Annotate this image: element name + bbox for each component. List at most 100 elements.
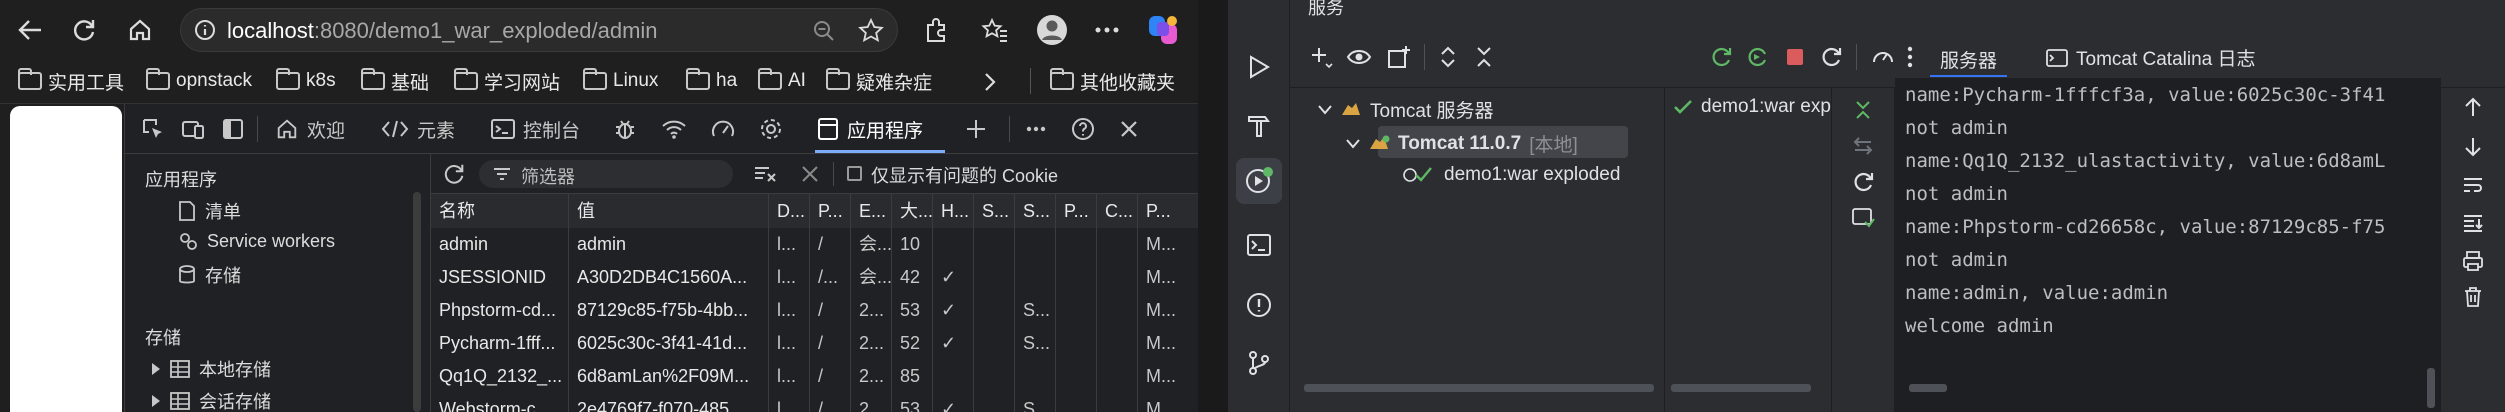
cookie-row[interactable]: JSESSIONID A30D2DB4C1560A... l.../... 会... 4…: [431, 261, 1198, 294]
column-header[interactable]: C...: [1097, 194, 1138, 228]
profiler-icon[interactable]: [1868, 42, 1898, 72]
console-hscrollbar[interactable]: [1909, 384, 1947, 392]
column-header[interactable]: 值: [569, 194, 769, 228]
tree-node-tomcat-servers[interactable]: Tomcat 服务器: [1318, 96, 1494, 123]
column-header[interactable]: S...: [974, 194, 1015, 228]
tab-application[interactable]: 应用程序: [817, 114, 923, 144]
bookmark-folder[interactable]: 实用工具: [18, 66, 124, 96]
bookmark-folder[interactable]: Linux: [583, 66, 658, 96]
address-bar[interactable]: localhost:8080/demo1_war_exploded/admin: [180, 8, 898, 52]
profile-avatar-icon[interactable]: [1034, 12, 1070, 48]
cookie-row[interactable]: Webstorm-c... 2e4769f7-f070-485... l.../2.…: [431, 393, 1198, 412]
add-tab-icon[interactable]: [963, 116, 989, 142]
column-header[interactable]: S...: [1015, 194, 1056, 228]
update-app-icon[interactable]: [1742, 42, 1772, 72]
console-output[interactable]: name:Pycharm-1fffcf3a, value:6025c30c-3f…: [1895, 78, 2441, 412]
clear-console-trash-icon[interactable]: [2459, 284, 2487, 310]
tab-catalina-log[interactable]: Tomcat Catalina 日志: [2046, 44, 2256, 71]
terminal-icon[interactable]: [1242, 228, 1276, 262]
bookmark-folder[interactable]: ha: [686, 66, 737, 96]
print-icon[interactable]: [2459, 248, 2487, 274]
column-header[interactable]: H...: [933, 194, 974, 228]
zoom-out-icon[interactable]: [811, 18, 837, 44]
tab-console[interactable]: 控制台: [491, 114, 580, 144]
column-header[interactable]: P...: [1138, 194, 1198, 228]
deploy-console-icon[interactable]: [1848, 204, 1878, 232]
deploy-hscrollbar[interactable]: [1671, 384, 1811, 392]
settings-gear-icon[interactable]: [757, 116, 785, 142]
bookmark-folder[interactable]: 基础: [361, 66, 429, 96]
wifi-icon[interactable]: [659, 116, 689, 142]
sidebar-item-local-storage[interactable]: 本地存储: [151, 356, 271, 382]
clear-all-icon[interactable]: [751, 162, 779, 186]
more-actions-icon[interactable]: [1900, 42, 1920, 72]
deploy-icon[interactable]: [1848, 96, 1878, 124]
column-header[interactable]: P...: [1056, 194, 1097, 228]
bookmark-folder[interactable]: 疑难杂症: [826, 66, 932, 96]
expand-all-icon[interactable]: [1434, 42, 1462, 72]
tree-node-artifact[interactable]: demo1:war exploded: [1402, 164, 1620, 186]
cookie-row[interactable]: Qq1Q_2132_... 6d8amLan%2F09M... l.../2... 8…: [431, 360, 1198, 393]
redeploy-icon[interactable]: [1848, 168, 1878, 196]
problems-icon[interactable]: [1242, 288, 1276, 322]
column-header[interactable]: D...: [769, 194, 810, 228]
help-icon[interactable]: [1069, 116, 1097, 142]
inspect-icon[interactable]: [139, 116, 167, 142]
bug-icon[interactable]: [611, 116, 639, 142]
more-tools-icon[interactable]: [1023, 116, 1049, 142]
stop-icon[interactable]: [1780, 42, 1810, 72]
tab-server[interactable]: 服务器: [1930, 44, 2008, 77]
column-header[interactable]: 名称: [431, 194, 569, 228]
tree-node-tomcat-server[interactable]: Tomcat 11.0.7 [本地]: [1346, 130, 1578, 157]
arrow-down-icon[interactable]: [2459, 134, 2487, 160]
filter-input[interactable]: 筛选器: [479, 160, 733, 188]
reload-icon[interactable]: [66, 14, 102, 46]
back-icon[interactable]: [12, 14, 48, 46]
dock-side-icon[interactable]: [219, 116, 247, 142]
bookmark-folder[interactable]: 学习网站: [454, 66, 560, 96]
soft-wrap-icon[interactable]: [2459, 172, 2487, 198]
run-icon[interactable]: [1242, 50, 1276, 84]
favorites-icon[interactable]: [978, 14, 1012, 46]
tab-welcome[interactable]: 欢迎: [275, 114, 345, 144]
sidebar-item-service-workers[interactable]: Service workers: [177, 230, 335, 252]
tree-hscrollbar[interactable]: [1304, 384, 1654, 392]
copilot-icon[interactable]: [1144, 12, 1182, 48]
bookmark-folder[interactable]: k8s: [276, 66, 336, 96]
favorite-star-icon[interactable]: [857, 17, 885, 45]
column-header[interactable]: 大...: [892, 194, 933, 228]
more-menu-icon[interactable]: [1090, 14, 1124, 46]
device-emulation-icon[interactable]: [179, 116, 207, 142]
delete-selected-icon[interactable]: [797, 162, 823, 186]
extensions-icon[interactable]: [920, 14, 952, 46]
cookie-row[interactable]: Pycharm-1fff... 6025c30c-3f41-41d... l... /…: [431, 327, 1198, 360]
tab-elements[interactable]: 元素: [381, 114, 455, 144]
only-issues-checkbox[interactable]: [847, 166, 862, 181]
console-vscrollbar[interactable]: [2427, 368, 2435, 408]
other-bookmarks-folder[interactable]: 其他收藏夹: [1050, 66, 1175, 96]
chevron-right-icon[interactable]: [978, 70, 1002, 94]
scroll-to-end-icon[interactable]: [2459, 210, 2487, 236]
rerun-icon[interactable]: [1706, 42, 1736, 72]
column-header[interactable]: E...: [851, 194, 892, 228]
new-group-icon[interactable]: [1384, 42, 1414, 72]
add-service-icon[interactable]: [1306, 42, 1336, 72]
sidebar-item-manifest[interactable]: 清单: [177, 198, 241, 224]
sidebar-item-storage[interactable]: 存储: [177, 262, 241, 288]
restart-icon[interactable]: [1816, 42, 1846, 72]
build-hammer-icon[interactable]: [1242, 108, 1276, 142]
bookmark-folder[interactable]: opnstack: [146, 66, 252, 96]
column-header[interactable]: P...: [810, 194, 851, 228]
cookie-row[interactable]: admin admin l... / 会... 10 M...: [431, 228, 1198, 261]
home-icon[interactable]: [122, 14, 158, 46]
sidebar-scrollbar[interactable]: [413, 192, 421, 412]
refresh-icon[interactable]: [439, 160, 469, 188]
collapse-all-icon[interactable]: [1470, 42, 1498, 72]
sidebar-item-session-storage[interactable]: 会话存储: [151, 388, 271, 412]
url-text[interactable]: localhost:8080/demo1_war_exploded/admin: [227, 18, 658, 44]
bookmark-folder[interactable]: AI: [758, 66, 806, 96]
arrow-up-icon[interactable]: [2459, 94, 2487, 120]
performance-gauge-icon[interactable]: [709, 116, 737, 142]
view-options-icon[interactable]: [1344, 42, 1376, 72]
git-icon[interactable]: [1242, 346, 1276, 380]
